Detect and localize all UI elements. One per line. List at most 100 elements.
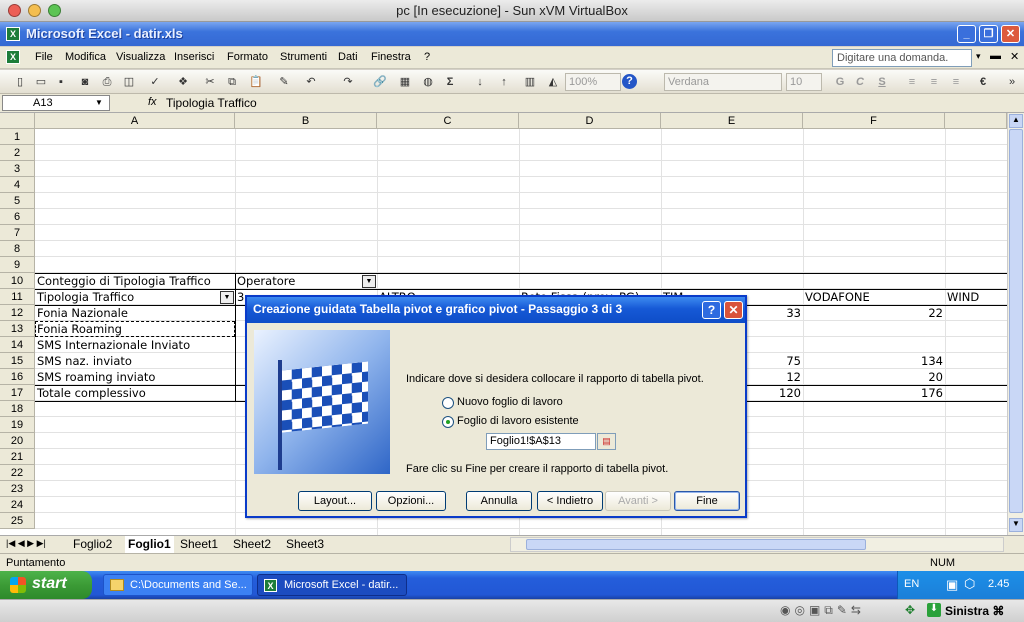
help-icon[interactable]: ? — [702, 301, 721, 319]
minimize-doc-icon[interactable]: ▬ — [990, 50, 1001, 62]
scroll-up-icon[interactable]: ▲ — [1009, 114, 1023, 128]
row-header[interactable]: 21 — [0, 449, 35, 465]
pivot-row-label[interactable]: SMS Internazionale Inviato — [35, 337, 235, 353]
chart-icon[interactable]: ▥ — [522, 74, 538, 90]
minimize-icon[interactable]: _ — [957, 25, 976, 43]
options-button[interactable]: Opzioni... — [376, 491, 446, 511]
function-icon[interactable]: fx — [148, 96, 157, 108]
pivot-row-label[interactable]: Totale complessivo — [35, 385, 235, 401]
pivot-icon[interactable]: ▦ — [397, 74, 413, 90]
pivot-value-cell[interactable]: 20 — [803, 369, 945, 385]
paste-icon[interactable]: 📋 — [248, 74, 264, 90]
row-header[interactable]: 19 — [0, 417, 35, 433]
pivot-row-label[interactable]: Fonia Nazionale — [35, 305, 235, 321]
row-header[interactable]: 12 — [0, 305, 35, 321]
euro-button[interactable]: € — [975, 74, 991, 90]
row-header[interactable]: 24 — [0, 497, 35, 513]
column-header[interactable]: D — [519, 113, 661, 129]
close-doc-icon[interactable]: ✕ — [1010, 50, 1019, 63]
selection-marquee[interactable] — [35, 321, 235, 337]
name-box[interactable]: A13 — [2, 95, 110, 111]
pivot-row-label[interactable]: SMS roaming inviato — [35, 369, 235, 385]
operatore-dropdown-icon[interactable]: ▼ — [362, 275, 376, 288]
menu-file[interactable]: File — [35, 51, 53, 63]
column-header[interactable]: C — [377, 113, 519, 129]
finish-button[interactable]: Fine — [674, 491, 740, 511]
column-header[interactable]: E — [661, 113, 803, 129]
select-all-corner[interactable] — [0, 113, 35, 129]
namebox-arrow-icon[interactable]: ▼ — [95, 98, 103, 107]
italic-button[interactable]: C — [852, 74, 868, 90]
save-icon[interactable]: ▪ — [53, 74, 69, 90]
row-header[interactable]: 10 — [0, 273, 35, 289]
pivot-data-field[interactable]: Conteggio di Tipologia Traffico — [35, 273, 235, 289]
column-header[interactable]: B — [235, 113, 377, 129]
row-header[interactable]: 1 — [0, 129, 35, 145]
sheet-tab[interactable]: Foglio2 — [73, 536, 112, 553]
row-header[interactable]: 17 — [0, 385, 35, 401]
cancel-button[interactable]: Annulla — [466, 491, 532, 511]
collapse-dialog-icon[interactable]: ▤ — [597, 433, 616, 450]
task-explorer[interactable]: C:\Documents and Se... — [103, 574, 253, 596]
guest-additions-icon[interactable]: ⬡ — [964, 576, 975, 592]
pivot-value-cell[interactable] — [803, 321, 945, 337]
sort-desc-icon[interactable]: ↑ — [496, 74, 512, 90]
undo-icon[interactable]: ↶ — [303, 74, 319, 90]
formula-input[interactable]: Tipologia Traffico — [166, 96, 257, 110]
align-right-icon[interactable]: ≡ — [948, 74, 964, 90]
close-icon[interactable]: ✕ — [1001, 25, 1020, 43]
autosum-icon[interactable]: Σ — [442, 74, 458, 90]
dropdown-arrow-icon[interactable]: ▾ — [976, 51, 981, 62]
sheet-tab[interactable]: Sheet2 — [233, 536, 271, 553]
pivot-value-cell[interactable]: 176 — [803, 385, 945, 401]
preview-icon[interactable]: ◫ — [121, 74, 137, 90]
row-header[interactable]: 9 — [0, 257, 35, 273]
open-icon[interactable]: ▭ — [33, 74, 49, 90]
pivot-value-cell[interactable] — [803, 337, 945, 353]
radio-new-sheet[interactable] — [442, 397, 454, 409]
row-header[interactable]: 2 — [0, 145, 35, 161]
hscroll-thumb[interactable] — [526, 539, 866, 550]
horizontal-scrollbar[interactable] — [510, 537, 1004, 552]
redo-icon[interactable]: ↷ — [340, 74, 356, 90]
print-icon[interactable]: ⎙ — [99, 74, 115, 90]
sheet-tab[interactable]: Sheet1 — [180, 536, 218, 553]
radio-existing-sheet-label[interactable]: Foglio di lavoro esistente — [457, 415, 579, 427]
row-header[interactable]: 3 — [0, 161, 35, 177]
bold-button[interactable]: G — [832, 74, 848, 90]
layout-button[interactable]: Layout... — [298, 491, 372, 511]
zoom-select[interactable]: 100% — [565, 73, 621, 91]
hyperlink-icon[interactable]: 🔗 — [372, 74, 388, 90]
row-header[interactable]: 16 — [0, 369, 35, 385]
row-header[interactable]: 23 — [0, 481, 35, 497]
spelling-icon[interactable]: ✓ — [147, 74, 163, 90]
row-header[interactable]: 14 — [0, 337, 35, 353]
row-header[interactable]: 6 — [0, 209, 35, 225]
underline-button[interactable]: S — [874, 74, 890, 90]
pivot-col-item[interactable]: WIND — [945, 289, 1007, 305]
pivot-col-item[interactable]: VODAFONE — [803, 289, 945, 305]
row-header[interactable]: 15 — [0, 353, 35, 369]
mouse-integration-icon[interactable]: ✥ — [905, 603, 915, 617]
pivot-value-cell[interactable]: 22 — [803, 305, 945, 321]
ask-question-input[interactable]: Digitare una domanda. — [832, 49, 972, 67]
column-header[interactable]: F — [803, 113, 945, 129]
menu-help[interactable]: ? — [424, 51, 430, 63]
next-button[interactable]: Avanti > — [605, 491, 671, 511]
scroll-down-icon[interactable]: ▼ — [1009, 518, 1023, 532]
row-header[interactable]: 20 — [0, 433, 35, 449]
web-icon[interactable]: ◍ — [420, 74, 436, 90]
keyboard-capture-icon[interactable]: ⬇ — [927, 603, 941, 617]
research-icon[interactable]: ❖ — [175, 74, 191, 90]
sort-asc-icon[interactable]: ↓ — [472, 74, 488, 90]
menu-finestra[interactable]: Finestra — [371, 51, 411, 63]
align-left-icon[interactable]: ≡ — [904, 74, 920, 90]
row-header[interactable]: 25 — [0, 513, 35, 529]
menu-strumenti[interactable]: Strumenti — [280, 51, 327, 63]
new-icon[interactable]: ▯ — [12, 74, 28, 90]
language-indicator[interactable]: EN — [904, 578, 919, 590]
menu-inserisci[interactable]: Inserisci — [174, 51, 214, 63]
permission-icon[interactable]: ◙ — [77, 74, 93, 90]
start-button[interactable]: start — [0, 571, 92, 599]
network-icon[interactable]: ▣ — [946, 577, 958, 593]
